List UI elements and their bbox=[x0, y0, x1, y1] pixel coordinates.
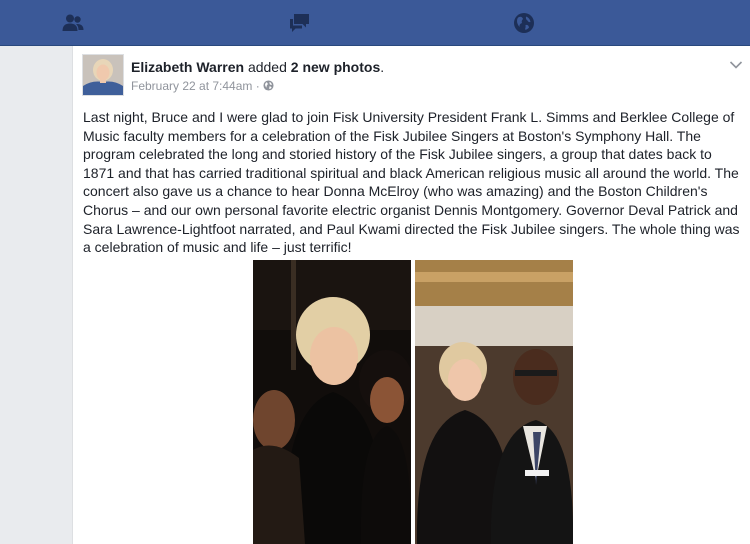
headline-period: . bbox=[380, 59, 385, 75]
post-headline: Elizabeth Warren added 2 new photos. bbox=[131, 59, 384, 75]
friends-icon[interactable] bbox=[61, 11, 85, 35]
post-photo-1-image bbox=[253, 260, 411, 544]
globe-notifications-icon[interactable] bbox=[512, 11, 536, 35]
post-photo-2[interactable] bbox=[415, 260, 573, 544]
top-navigation-bar bbox=[0, 0, 750, 46]
action-text: added bbox=[244, 59, 291, 75]
post-photo-2-image bbox=[415, 260, 573, 544]
post-body-text: Last night, Bruce and I were glad to joi… bbox=[83, 109, 740, 256]
chevron-down-icon[interactable] bbox=[729, 60, 743, 70]
public-globe-icon[interactable] bbox=[263, 80, 274, 91]
author-name-link[interactable]: Elizabeth Warren bbox=[131, 59, 244, 75]
meta-separator: · bbox=[255, 79, 260, 93]
photo-count-link[interactable]: 2 new photos bbox=[291, 59, 380, 75]
post-meta: February 22 at 7:44am · bbox=[131, 79, 274, 93]
left-column bbox=[0, 46, 72, 544]
author-avatar[interactable] bbox=[82, 54, 124, 96]
post-timestamp[interactable]: February 22 at 7:44am bbox=[131, 79, 252, 93]
feed-post: Elizabeth Warren added 2 new photos. Feb… bbox=[72, 46, 750, 544]
post-photo-1[interactable] bbox=[253, 260, 411, 544]
messages-icon[interactable] bbox=[288, 11, 312, 35]
author-avatar-image bbox=[83, 55, 123, 95]
